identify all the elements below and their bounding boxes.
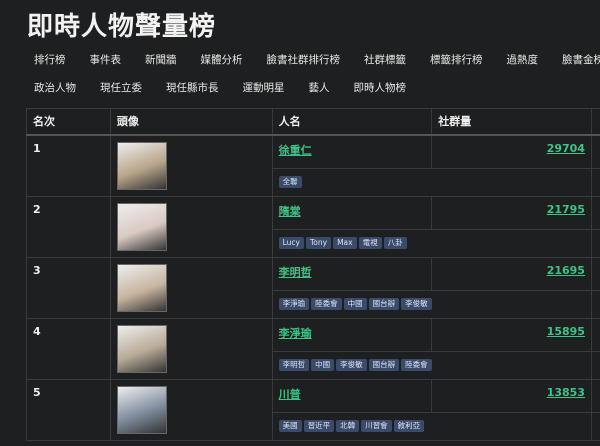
extra-cell bbox=[590, 351, 600, 380]
avatar-cell bbox=[109, 317, 273, 380]
header-rank: 名次 bbox=[26, 108, 111, 136]
page-title: 即時人物聲量榜 bbox=[27, 12, 217, 42]
avatar-cell bbox=[109, 195, 273, 258]
person-name-link[interactable]: 隋棠 bbox=[279, 205, 301, 218]
person-name-link[interactable]: 李淨瑜 bbox=[279, 327, 312, 340]
person-name-link[interactable]: 徐重仁 bbox=[279, 144, 312, 157]
keyword-tag[interactable]: 全聯 bbox=[278, 176, 302, 189]
person-name-link[interactable]: 川普 bbox=[279, 388, 301, 401]
nav-item-ranking[interactable]: 排行榜 bbox=[22, 52, 78, 67]
name-cell: 李明哲 bbox=[271, 256, 433, 292]
rank-cell: 1 bbox=[26, 134, 111, 197]
keyword-tag[interactable]: Max bbox=[333, 237, 357, 250]
tag-cell: 李明哲 中國 李俊敏 國台辦 陸委會 bbox=[271, 351, 592, 380]
header-name: 人名 bbox=[271, 108, 433, 136]
table-row: 3 李明哲 21695 bbox=[26, 256, 600, 319]
name-cell: 李淨瑜 bbox=[271, 317, 433, 353]
rank-cell: 3 bbox=[26, 256, 111, 319]
nav-item-news-wall[interactable]: 新聞牆 bbox=[133, 52, 189, 67]
nav-item-social-tags[interactable]: 社群標籤 bbox=[352, 52, 418, 67]
avatar[interactable] bbox=[116, 202, 167, 251]
avatar[interactable] bbox=[116, 385, 167, 434]
nav-item-entertainers[interactable]: 藝人 bbox=[297, 80, 342, 95]
extra-cell bbox=[590, 256, 600, 292]
ranking-table: 名次 頭像 人名 社群量 1 徐重仁 29704 全聯 2 隋棠 21795 Lucy Tony… bbox=[26, 108, 600, 441]
nav-item-politicians[interactable]: 政治人物 bbox=[22, 80, 88, 95]
avatar-cell bbox=[109, 256, 273, 319]
keyword-tag[interactable]: 敘利亞 bbox=[393, 420, 425, 433]
keyword-tag[interactable]: 八卦 bbox=[383, 237, 407, 250]
keyword-tag[interactable]: 北韓 bbox=[336, 420, 360, 433]
nav-item-overheat[interactable]: 過熱度 bbox=[495, 52, 551, 67]
rank-cell: 5 bbox=[26, 378, 111, 441]
count-link[interactable]: 15895 bbox=[431, 317, 592, 353]
name-cell: 隋棠 bbox=[271, 195, 433, 231]
count-link[interactable]: 13853 bbox=[431, 378, 592, 414]
nav-row-2: 政治人物 現任立委 現任縣市長 運動明星 藝人 即時人物榜 bbox=[22, 80, 600, 95]
nav-item-facebook-ranking[interactable]: 臉書社群排行榜 bbox=[255, 52, 353, 67]
avatar[interactable] bbox=[116, 141, 167, 190]
keyword-tag[interactable]: 習近平 bbox=[303, 420, 335, 433]
nav-item-sports-stars[interactable]: 運動明星 bbox=[231, 80, 297, 95]
nav-item-tag-ranking[interactable]: 標籤排行榜 bbox=[418, 52, 495, 67]
nav-item-events[interactable]: 事件表 bbox=[78, 52, 134, 67]
nav-row-1: 排行榜 事件表 新聞牆 媒體分析 臉書社群排行榜 社群標籤 標籤排行榜 過熱度 … bbox=[22, 52, 600, 67]
keyword-tag[interactable]: 川習會 bbox=[361, 420, 392, 433]
extra-cell bbox=[590, 195, 600, 231]
avatar-cell bbox=[109, 378, 273, 441]
tag-cell: Lucy Tony Max 電視 八卦 bbox=[271, 229, 592, 258]
keyword-tag[interactable]: 電視 bbox=[358, 237, 382, 250]
table-row: 2 隋棠 21795 bbox=[26, 195, 600, 258]
header-avatar: 頭像 bbox=[109, 108, 273, 136]
avatar[interactable] bbox=[116, 324, 167, 373]
table-header-row: 名次 頭像 人名 社群量 bbox=[26, 108, 600, 136]
avatar-cell bbox=[109, 134, 273, 197]
keyword-tag[interactable]: Tony bbox=[305, 237, 332, 250]
name-cell: 川普 bbox=[271, 378, 433, 414]
keyword-tag[interactable]: 美國 bbox=[278, 420, 302, 433]
keyword-tag[interactable]: 李淨瑜 bbox=[278, 298, 310, 311]
count-link[interactable]: 29704 bbox=[431, 133, 592, 170]
extra-cell bbox=[590, 317, 600, 353]
keyword-tag[interactable]: 中國 bbox=[343, 298, 367, 311]
tag-cell: 美國 習近平 北韓 川習會 敘利亞 bbox=[271, 412, 592, 441]
keyword-tag[interactable]: 國台辦 bbox=[368, 359, 400, 372]
extra-cell bbox=[590, 133, 600, 170]
nav-item-legislators[interactable]: 現任立委 bbox=[88, 80, 154, 95]
rank-cell: 2 bbox=[26, 195, 111, 258]
avatar[interactable] bbox=[116, 263, 167, 312]
keyword-tag[interactable]: 陸委會 bbox=[401, 359, 432, 372]
extra-cell bbox=[590, 229, 600, 258]
keyword-tag[interactable]: 李明哲 bbox=[278, 359, 310, 372]
rank-cell: 4 bbox=[26, 317, 111, 380]
tag-cell: 李淨瑜 陸委會 中國 國台辦 李俊敏 bbox=[271, 290, 592, 319]
extra-cell bbox=[590, 168, 600, 197]
keyword-tag[interactable]: 李俊敏 bbox=[401, 298, 432, 311]
person-name-link[interactable]: 李明哲 bbox=[279, 266, 312, 279]
keyword-tag[interactable]: Lucy bbox=[278, 237, 304, 250]
extra-cell bbox=[590, 378, 600, 414]
extra-cell bbox=[590, 290, 600, 319]
nav-item-media-analysis[interactable]: 媒體分析 bbox=[189, 52, 255, 67]
keyword-tag[interactable]: 陸委會 bbox=[311, 298, 342, 311]
table-row: 4 李淨瑜 15895 bbox=[26, 317, 600, 380]
table-row: 5 川普 13853 bbox=[26, 378, 600, 441]
count-link[interactable]: 21695 bbox=[431, 256, 592, 292]
tag-cell: 全聯 bbox=[271, 168, 592, 197]
name-cell: 徐重仁 bbox=[271, 133, 433, 170]
keyword-tag[interactable]: 李俊敏 bbox=[336, 359, 367, 372]
nav-item-mayors[interactable]: 現任縣市長 bbox=[154, 80, 231, 95]
header-count: 社群量 bbox=[431, 108, 592, 136]
count-link[interactable]: 21795 bbox=[431, 195, 592, 231]
nav-item-facebook-gold[interactable]: 臉書金榜 bbox=[550, 52, 600, 67]
keyword-tag[interactable]: 國台辦 bbox=[368, 298, 400, 311]
extra-cell bbox=[590, 412, 600, 441]
nav-item-live-ranking[interactable]: 即時人物榜 bbox=[342, 80, 419, 95]
keyword-tag[interactable]: 中國 bbox=[311, 359, 335, 372]
table-row: 1 徐重仁 29704 bbox=[26, 133, 600, 197]
header-extra bbox=[590, 108, 600, 136]
